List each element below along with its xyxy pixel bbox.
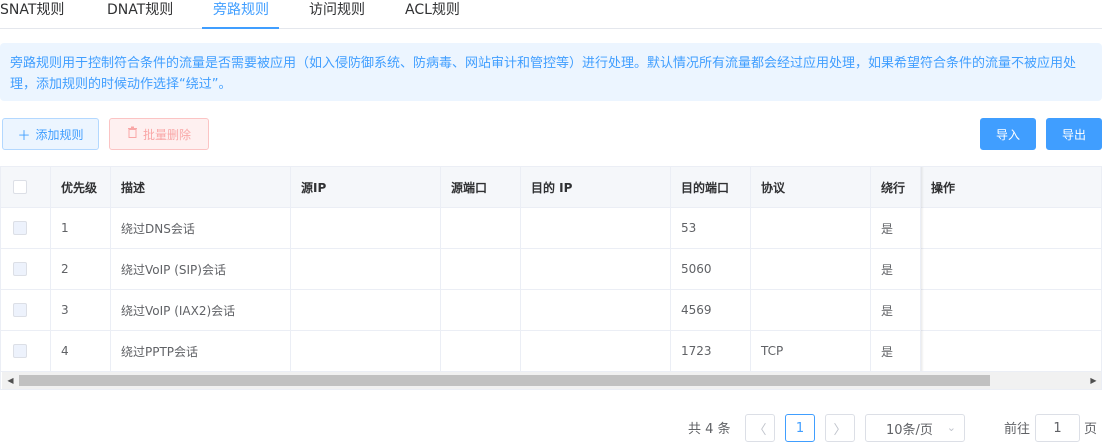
page-number-current[interactable]: 1 <box>785 414 815 442</box>
scrollbar-thumb[interactable] <box>19 375 990 386</box>
cell-actions <box>921 208 1101 248</box>
page-size-select[interactable]: 10条/页 ⌄ <box>865 414 965 442</box>
row-checkbox[interactable] <box>13 344 27 358</box>
goto-suffix: 页 <box>1084 422 1098 437</box>
header-source-ip: 源IP <box>291 167 441 207</box>
tab-bar: SNAT规则 DNAT规则 旁路规则 访问规则 ACL规则 <box>0 0 1102 29</box>
cell-destination-ip <box>521 208 671 248</box>
cell-destination-ip <box>521 331 671 371</box>
cell-protocol: TCP <box>751 331 871 371</box>
cell-description: 绕过PPTP会话 <box>111 331 291 371</box>
cell-description: 绕过VoIP (SIP)会话 <box>111 249 291 289</box>
cell-source-ip <box>291 331 441 371</box>
cell-destination-port: 4569 <box>671 290 751 330</box>
cell-actions <box>921 249 1101 289</box>
export-button[interactable]: 导出 <box>1046 118 1102 150</box>
table-row: 2 绕过VoIP (SIP)会话 5060 是 <box>1 249 1101 290</box>
table-row: 4 绕过PPTP会话 1723 TCP 是 <box>1 331 1101 372</box>
header-select-all <box>1 167 51 207</box>
fixed-column-shadow <box>921 167 924 371</box>
cell-destination-port: 1723 <box>671 331 751 371</box>
cell-priority: 3 <box>51 290 111 330</box>
cell-priority: 2 <box>51 249 111 289</box>
header-source-port: 源端口 <box>441 167 521 207</box>
row-select-cell <box>1 208 51 248</box>
cell-protocol <box>751 290 871 330</box>
table-header: 优先级 描述 源IP 源端口 目的 IP 目的端口 协议 绕行 操作 <box>1 167 1101 208</box>
cell-destination-ip <box>521 249 671 289</box>
cell-source-port <box>441 249 521 289</box>
cell-source-ip <box>291 249 441 289</box>
bypass-rules-table: 优先级 描述 源IP 源端口 目的 IP 目的端口 协议 绕行 操作 1 绕过D… <box>0 166 1102 390</box>
chevron-right-icon: 〉 <box>833 422 847 438</box>
cell-bypass: 是 <box>871 249 921 289</box>
cell-priority: 1 <box>51 208 111 248</box>
horizontal-scrollbar[interactable]: ◀ ▶ <box>2 372 1101 389</box>
row-checkbox[interactable] <box>13 221 27 235</box>
tab-acl[interactable]: ACL规则 <box>405 0 460 28</box>
header-destination-port: 目的端口 <box>671 167 751 207</box>
import-label: 导入 <box>995 127 1020 142</box>
chevron-down-icon: ⌄ <box>946 421 956 434</box>
header-bypass: 绕行 <box>871 167 921 207</box>
cell-source-ip <box>291 290 441 330</box>
header-description: 描述 <box>111 167 291 207</box>
cell-bypass: 是 <box>871 331 921 371</box>
table-row: 1 绕过DNS会话 53 是 <box>1 208 1101 249</box>
header-destination-ip: 目的 IP <box>521 167 671 207</box>
select-all-checkbox[interactable] <box>13 180 27 194</box>
cell-actions <box>921 290 1101 330</box>
page-size-value: 10条/页 <box>886 422 933 438</box>
next-page-button[interactable]: 〉 <box>825 414 855 442</box>
tab-bypass[interactable]: 旁路规则 <box>213 0 269 28</box>
table-row: 3 绕过VoIP (IAX2)会话 4569 是 <box>1 290 1101 331</box>
batch-delete-label: 批量删除 <box>142 127 191 142</box>
goto-label: 前往 <box>1004 422 1031 437</box>
add-rule-button[interactable]: ＋ 添加规则 <box>2 118 99 150</box>
header-priority: 优先级 <box>51 167 111 207</box>
row-checkbox[interactable] <box>13 262 27 276</box>
cell-bypass: 是 <box>871 208 921 248</box>
active-tab-indicator <box>202 27 279 29</box>
import-button[interactable]: 导入 <box>980 118 1036 150</box>
row-checkbox[interactable] <box>13 303 27 317</box>
scroll-left-icon[interactable]: ◀ <box>2 372 19 389</box>
tab-dnat[interactable]: DNAT规则 <box>107 0 173 28</box>
scroll-right-icon[interactable]: ▶ <box>1085 372 1101 389</box>
info-alert: 旁路规则用于控制符合条件的流量是否需要被应用（如入侵防御系统、防病毒、网站审计和… <box>0 43 1102 101</box>
cell-source-port <box>441 290 521 330</box>
row-select-cell <box>1 290 51 330</box>
cell-actions <box>921 331 1101 371</box>
cell-protocol <box>751 208 871 248</box>
header-actions: 操作 <box>931 180 956 195</box>
cell-description: 绕过DNS会话 <box>111 208 291 248</box>
cell-destination-port: 5060 <box>671 249 751 289</box>
info-alert-text: 旁路规则用于控制符合条件的流量是否需要被应用（如入侵防御系统、防病毒、网站审计和… <box>10 56 1077 92</box>
pagination-total: 共 4 条 <box>688 422 731 437</box>
batch-delete-button[interactable]: 批量删除 <box>109 118 209 150</box>
cell-destination-port: 53 <box>671 208 751 248</box>
header-protocol: 协议 <box>751 167 871 207</box>
row-select-cell <box>1 331 51 371</box>
cell-bypass: 是 <box>871 290 921 330</box>
tab-access[interactable]: 访问规则 <box>309 0 365 28</box>
cell-protocol <box>751 249 871 289</box>
row-select-cell <box>1 249 51 289</box>
prev-page-button[interactable]: 〈 <box>745 414 775 442</box>
cell-description: 绕过VoIP (IAX2)会话 <box>111 290 291 330</box>
cell-priority: 4 <box>51 331 111 371</box>
cell-destination-ip <box>521 290 671 330</box>
trash-icon <box>127 126 138 142</box>
cell-source-port <box>441 208 521 248</box>
goto-page-input[interactable]: 1 <box>1035 414 1080 442</box>
chevron-left-icon: 〈 <box>753 422 767 438</box>
add-rule-label: 添加规则 <box>35 127 84 142</box>
plus-icon: ＋ <box>17 128 31 144</box>
export-label: 导出 <box>1061 127 1086 142</box>
tab-snat[interactable]: SNAT规则 <box>0 0 64 28</box>
cell-source-ip <box>291 208 441 248</box>
cell-source-port <box>441 331 521 371</box>
